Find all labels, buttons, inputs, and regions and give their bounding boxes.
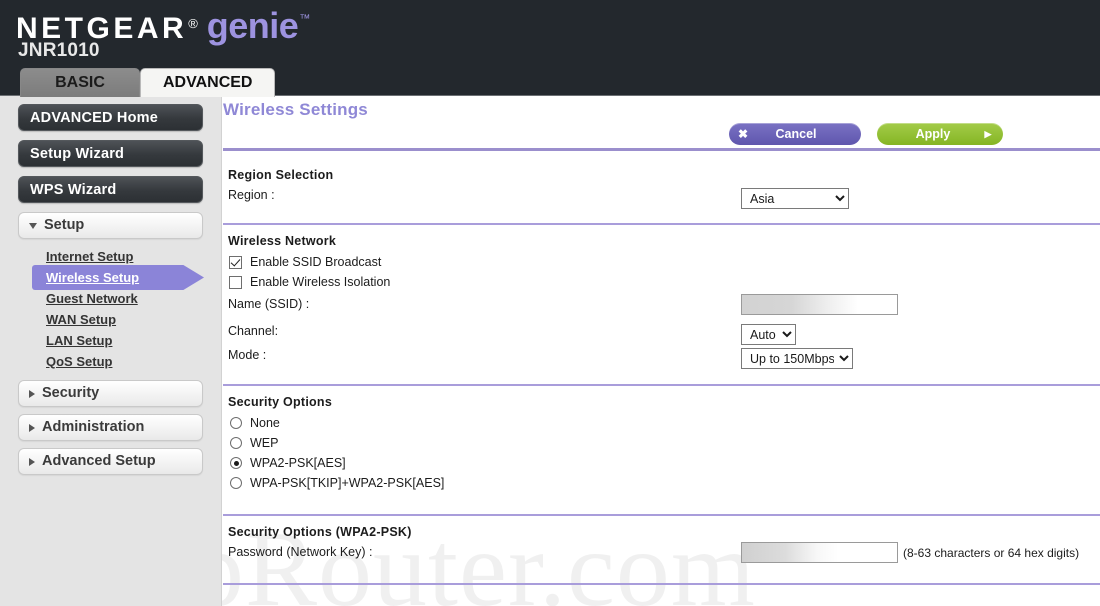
- sidebar-item-guest-network[interactable]: Guest Network: [0, 288, 221, 309]
- channel-label: Channel:: [228, 324, 279, 338]
- wpa-section-title: Security Options (WPA2-PSK): [228, 525, 412, 539]
- security-option-wpa2psk-radio[interactable]: [230, 457, 242, 469]
- action-button-row: ✖ Cancel Apply ▶: [729, 123, 1003, 145]
- chevron-right-icon: [29, 423, 35, 432]
- sidebar-section-setup[interactable]: Setup: [18, 212, 203, 239]
- page-title: Wireless Settings: [223, 100, 368, 119]
- sidebar-nav: ADVANCED Home Setup Wizard WPS Wizard Se…: [0, 96, 222, 606]
- sidebar-item-guest-network-label: Guest Network: [46, 291, 138, 306]
- cancel-button-label: Cancel: [775, 127, 817, 141]
- security-option-wep-radio[interactable]: [230, 437, 242, 449]
- sidebar-item-internet-setup-label: Internet Setup: [46, 249, 134, 264]
- page-body: SetupRouter.com ADVANCED Home Setup Wiza…: [0, 96, 1100, 606]
- security-option-wep-row[interactable]: WEP: [230, 436, 278, 450]
- sidebar-section-administration-label: Administration: [42, 419, 145, 435]
- apply-button-label: Apply: [915, 127, 951, 141]
- sidebar-item-lan-setup[interactable]: LAN Setup: [0, 330, 221, 351]
- main-tabs: BASIC ADVANCED: [20, 68, 276, 97]
- enable-wireless-isolation-label: Enable Wireless Isolation: [250, 275, 391, 289]
- sidebar-item-qos-setup[interactable]: QoS Setup: [0, 351, 221, 372]
- region-select[interactable]: Asia: [741, 188, 849, 209]
- security-option-wep-label: WEP: [250, 436, 279, 450]
- security-option-wpa2psk-label: WPA2-PSK[AES]: [250, 456, 346, 470]
- security-option-wpapsk-mixed-label: WPA-PSK[TKIP]+WPA2-PSK[AES]: [250, 476, 445, 490]
- password-input[interactable]: [741, 542, 898, 563]
- region-label: Region :: [228, 188, 275, 202]
- chevron-down-icon: [29, 222, 37, 229]
- password-label: Password (Network Key) :: [228, 545, 373, 559]
- ssid-name-label: Name (SSID) :: [228, 297, 310, 311]
- sidebar-item-wan-setup-label: WAN Setup: [46, 312, 117, 327]
- security-option-wpa2psk-row[interactable]: WPA2-PSK[AES]: [230, 456, 346, 470]
- cancel-button[interactable]: ✖ Cancel: [729, 123, 861, 145]
- brand-logo: NETGEAR ® genie ™: [16, 8, 310, 44]
- channel-select[interactable]: Auto: [741, 324, 796, 345]
- tab-advanced[interactable]: ADVANCED: [140, 68, 276, 97]
- divider-top: [223, 148, 1100, 151]
- divider-wireless: [223, 384, 1100, 386]
- security-option-none-radio[interactable]: [230, 417, 242, 429]
- chevron-right-icon: [29, 389, 35, 398]
- chevron-right-icon: [29, 457, 35, 466]
- tab-basic[interactable]: BASIC: [20, 68, 140, 97]
- main-content: Wireless Settings ✖ Cancel Apply ▶ Regio…: [223, 96, 1100, 606]
- sidebar-item-wan-setup[interactable]: WAN Setup: [0, 309, 221, 330]
- enable-ssid-broadcast-label: Enable SSID Broadcast: [250, 255, 382, 269]
- sidebar-setup-sublist: Internet Setup Wireless Setup Guest Netw…: [0, 246, 221, 372]
- sidebar-section-setup-label: Setup: [44, 217, 85, 233]
- divider-region: [223, 223, 1100, 225]
- divider-bottom: [223, 583, 1100, 585]
- close-icon: ✖: [737, 127, 749, 141]
- enable-wireless-isolation-row[interactable]: Enable Wireless Isolation: [229, 275, 390, 289]
- enable-ssid-broadcast-row[interactable]: Enable SSID Broadcast: [229, 255, 381, 269]
- sidebar-item-setup-wizard[interactable]: Setup Wizard: [18, 140, 203, 167]
- sidebar-item-internet-setup[interactable]: Internet Setup: [0, 246, 221, 267]
- apply-button[interactable]: Apply ▶: [877, 123, 1003, 145]
- divider-security: [223, 514, 1100, 516]
- sidebar-item-wireless-setup-label: Wireless Setup: [46, 270, 140, 285]
- security-option-wpapsk-mixed-row[interactable]: WPA-PSK[TKIP]+WPA2-PSK[AES]: [230, 476, 444, 490]
- router-model-label: JNR1010: [18, 40, 100, 61]
- security-option-none-label: None: [250, 416, 280, 430]
- ssid-input[interactable]: [741, 294, 898, 315]
- security-options-section-title: Security Options: [228, 395, 333, 409]
- sidebar-item-wireless-setup[interactable]: Wireless Setup: [0, 265, 221, 290]
- trademark-mark-icon: ™: [299, 13, 311, 25]
- wireless-network-section-title: Wireless Network: [228, 234, 337, 248]
- security-option-none-row[interactable]: None: [230, 416, 280, 430]
- sidebar-item-qos-setup-label: QoS Setup: [46, 354, 113, 369]
- security-option-wpapsk-mixed-radio[interactable]: [230, 477, 242, 489]
- sidebar-item-wps-wizard[interactable]: WPS Wizard: [18, 176, 203, 203]
- password-hint-label: (8-63 characters or 64 hex digits): [903, 546, 1080, 560]
- sidebar-section-security-label: Security: [42, 385, 100, 401]
- sidebar-section-administration[interactable]: Administration: [18, 414, 203, 441]
- sidebar-section-advanced-setup-label: Advanced Setup: [42, 453, 156, 469]
- play-arrow-icon: ▶: [984, 128, 992, 139]
- enable-wireless-isolation-checkbox[interactable]: [229, 275, 242, 289]
- enable-ssid-broadcast-checkbox[interactable]: [229, 255, 242, 269]
- sidebar-item-advanced-home[interactable]: ADVANCED Home: [18, 104, 203, 131]
- mode-select[interactable]: Up to 150Mbps: [741, 348, 853, 369]
- brand-genie-text: genie: [206, 5, 299, 46]
- registered-mark-icon: ®: [188, 16, 198, 31]
- sidebar-item-lan-setup-label: LAN Setup: [46, 333, 113, 348]
- region-section-title: Region Selection: [228, 168, 334, 182]
- sidebar-section-advanced-setup[interactable]: Advanced Setup: [18, 448, 203, 475]
- mode-label: Mode :: [228, 348, 267, 362]
- sidebar-section-security[interactable]: Security: [18, 380, 203, 407]
- genie-admin-page: NETGEAR ® genie ™ JNR1010 BASIC ADVANCED…: [0, 0, 1100, 606]
